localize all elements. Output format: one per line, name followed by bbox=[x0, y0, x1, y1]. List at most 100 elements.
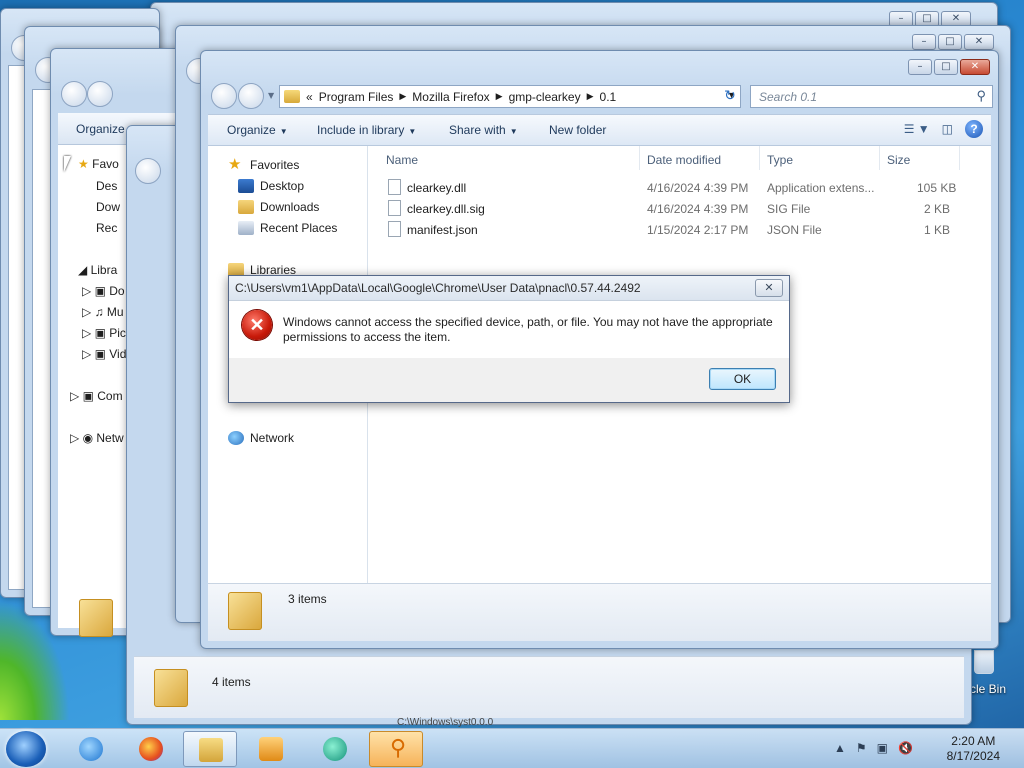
minimize-button[interactable]: – bbox=[908, 59, 932, 75]
show-hidden-icons-icon[interactable]: ▲ bbox=[834, 741, 846, 755]
back-icon[interactable] bbox=[61, 81, 87, 107]
minimize-icon[interactable]: – bbox=[912, 34, 936, 50]
media-player-icon bbox=[259, 737, 283, 761]
maximize-icon[interactable]: □ bbox=[938, 34, 962, 50]
organize-button[interactable]: Organize bbox=[76, 122, 125, 136]
share-with-button[interactable]: Share with ▼ bbox=[449, 123, 518, 137]
chevron-right-icon[interactable]: ▶ bbox=[399, 91, 406, 102]
ok-button[interactable]: OK bbox=[709, 368, 776, 390]
recycle-bin-icon bbox=[974, 650, 994, 674]
taskbar-internet-explorer[interactable] bbox=[64, 731, 118, 767]
search-icon[interactable]: ⚲ bbox=[976, 88, 986, 104]
magnifier-icon: ⚲ bbox=[389, 736, 407, 761]
folder-icon bbox=[228, 592, 262, 630]
view-controls: ☰ ▼ ◫ ? bbox=[904, 120, 983, 138]
back-button[interactable] bbox=[211, 83, 237, 109]
file-size: 2 KB bbox=[924, 202, 951, 216]
nav-item[interactable]: ▷ ▣ Com bbox=[70, 389, 123, 403]
nav-item[interactable]: ◢ Libra bbox=[78, 263, 117, 277]
breadcrumb-current-folder[interactable]: 0.1 bbox=[600, 90, 617, 104]
close-button[interactable]: ✕ bbox=[960, 59, 990, 75]
address-bar[interactable]: « Program Files ▶ Mozilla Firefox ▶ gmp-… bbox=[279, 85, 741, 108]
file-type: Application extens... bbox=[767, 181, 875, 195]
error-icon: ✕ bbox=[242, 310, 272, 340]
clock[interactable]: 2:20 AM 8/17/2024 bbox=[947, 734, 1000, 764]
taskbar-firefox[interactable] bbox=[124, 731, 178, 767]
breadcrumb-gmp-clearkey[interactable]: gmp-clearkey bbox=[509, 90, 581, 104]
refresh-icon[interactable]: ↻ bbox=[719, 86, 741, 107]
column-size[interactable]: Size bbox=[880, 146, 960, 170]
folder-icon bbox=[199, 738, 223, 762]
column-date-modified[interactable]: Date modified bbox=[640, 146, 760, 170]
folder-icon bbox=[79, 599, 113, 637]
internet-explorer-icon bbox=[79, 737, 103, 761]
chevron-right-icon[interactable]: ▶ bbox=[587, 91, 594, 102]
dialog-body: ✕ Windows cannot access the specified de… bbox=[229, 301, 789, 358]
nav-desktop[interactable]: Desktop bbox=[238, 179, 304, 193]
system-tray: ▲ ⚑ ▣ 🔇 2:20 AM 8/17/2024 bbox=[834, 729, 1024, 768]
volume-muted-icon[interactable]: 🔇 bbox=[898, 741, 913, 755]
nav-recent-places[interactable]: Recent Places bbox=[238, 221, 337, 235]
action-center-flag-icon[interactable]: ⚑ bbox=[856, 741, 867, 755]
maximize-button[interactable]: □ bbox=[934, 59, 958, 75]
nav-item[interactable]: ▷ ♫ Mu bbox=[82, 305, 124, 319]
taskbar-app[interactable] bbox=[308, 731, 362, 767]
status-item-count: 3 items bbox=[288, 592, 327, 606]
nav-item[interactable]: ★ Favo bbox=[78, 157, 119, 171]
clock-time: 2:20 AM bbox=[951, 734, 996, 748]
file-row[interactable]: clearkey.dll 4/16/2024 4:39 PM Applicati… bbox=[368, 177, 991, 198]
column-name[interactable]: Name bbox=[368, 146, 640, 170]
folder-icon bbox=[154, 669, 188, 707]
nav-item[interactable]: ▷ ▣ Pic bbox=[82, 326, 126, 340]
file-name: clearkey.dll bbox=[407, 181, 467, 195]
include-in-library-button[interactable]: Include in library ▼ bbox=[317, 123, 416, 137]
recycle-bin-shortcut[interactable]: cle Bin bbox=[968, 648, 1024, 708]
taskbar-windows-explorer[interactable] bbox=[183, 731, 237, 767]
chevron-right-icon[interactable]: ▶ bbox=[496, 91, 503, 102]
file-row[interactable]: clearkey.dll.sig 4/16/2024 4:39 PM SIG F… bbox=[368, 198, 991, 219]
nav-item[interactable]: Dow bbox=[96, 200, 120, 214]
command-bar: Organize ▼ Include in library ▼ Share with… bbox=[208, 114, 991, 146]
change-view-icon[interactable]: ☰ ▼ bbox=[904, 122, 930, 136]
error-dialog: C:\Users\vm1\AppData\Local\Google\Chrome… bbox=[228, 275, 790, 403]
taskbar-search-app[interactable]: ⚲ bbox=[369, 731, 423, 767]
star-icon: ★ bbox=[78, 157, 89, 171]
breadcrumb-overflow[interactable]: « bbox=[306, 90, 313, 104]
app-icon bbox=[323, 737, 347, 761]
network-icon bbox=[228, 431, 244, 445]
dialog-close-button[interactable]: ✕ bbox=[755, 279, 783, 297]
close-icon[interactable]: ✕ bbox=[964, 34, 994, 50]
column-type[interactable]: Type bbox=[760, 146, 880, 170]
file-date: 4/16/2024 4:39 PM bbox=[647, 181, 749, 195]
file-row[interactable]: manifest.json 1/15/2024 2:17 PM JSON Fil… bbox=[368, 219, 991, 240]
breadcrumb-program-files[interactable]: Program Files bbox=[319, 90, 394, 104]
organize-button[interactable]: Organize ▼ bbox=[227, 123, 288, 137]
breadcrumb-mozilla-firefox[interactable]: Mozilla Firefox bbox=[412, 90, 489, 104]
recent-pages-chevron-icon[interactable]: ▼ bbox=[268, 91, 274, 100]
back-icon[interactable] bbox=[135, 158, 161, 184]
nav-item[interactable]: ▷ ◉ Netw bbox=[70, 431, 124, 445]
new-folder-button[interactable]: New folder bbox=[549, 123, 606, 137]
dll-file-icon bbox=[388, 179, 401, 195]
nav-downloads[interactable]: Downloads bbox=[238, 200, 319, 214]
search-input[interactable]: Search 0.1 ⚲ bbox=[750, 85, 993, 108]
chevron-down-icon: ▼ bbox=[279, 127, 288, 136]
preview-pane-icon[interactable]: ◫ bbox=[942, 122, 953, 136]
nav-favorites[interactable]: ★ Favorites bbox=[228, 156, 299, 173]
window-controls: – □ ✕ bbox=[908, 59, 990, 77]
nav-item[interactable]: ▷ ▣ Do bbox=[82, 284, 125, 298]
taskbar-media-player[interactable] bbox=[244, 731, 298, 767]
forward-icon[interactable] bbox=[87, 81, 113, 107]
file-icon bbox=[388, 200, 401, 216]
network-icon[interactable]: ▣ bbox=[877, 741, 888, 755]
status-item-count: 4 items bbox=[212, 675, 251, 689]
help-icon[interactable]: ? bbox=[965, 120, 983, 138]
start-button[interactable] bbox=[6, 731, 46, 767]
dialog-title: C:\Users\vm1\AppData\Local\Google\Chrome… bbox=[229, 276, 789, 301]
nav-item[interactable]: Rec bbox=[96, 221, 117, 235]
nav-item[interactable]: ▷ ▣ Vid bbox=[82, 347, 126, 361]
star-icon: ★ bbox=[228, 156, 242, 173]
nav-network[interactable]: Network bbox=[228, 431, 294, 445]
nav-item[interactable]: Des bbox=[96, 179, 117, 193]
forward-button[interactable] bbox=[238, 83, 264, 109]
